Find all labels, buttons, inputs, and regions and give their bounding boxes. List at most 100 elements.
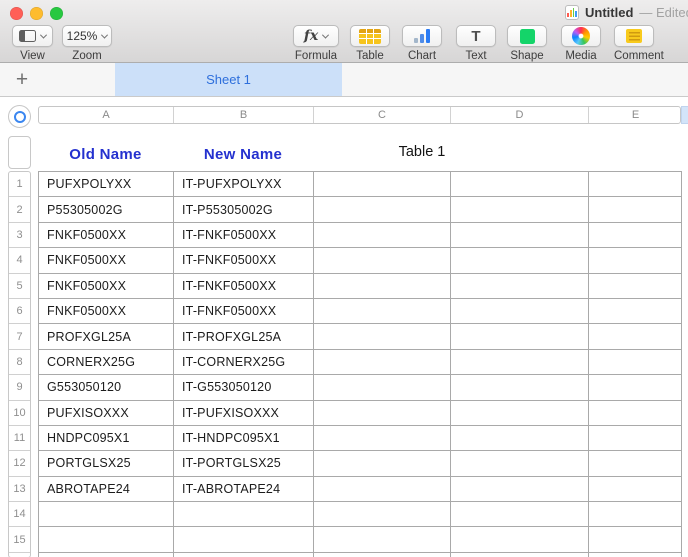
table-cell[interactable]: IT-PUFXISOXXX: [174, 401, 314, 426]
column-header-f-sliver[interactable]: [681, 106, 688, 124]
table-cell[interactable]: [314, 274, 451, 299]
column-header-C[interactable]: C: [314, 107, 451, 123]
table-cell[interactable]: [451, 172, 589, 197]
table-cell[interactable]: [589, 197, 682, 222]
table-cell[interactable]: ABROTAPE24: [39, 477, 174, 502]
table-cell[interactable]: G553050120: [39, 375, 174, 400]
table-cell[interactable]: PUFXISOXXX: [39, 401, 174, 426]
table-cell[interactable]: [314, 477, 451, 502]
table-cell[interactable]: [589, 299, 682, 324]
table-title[interactable]: Table 1: [399, 144, 446, 160]
table-cell[interactable]: PROFXGL25A: [39, 324, 174, 349]
table-cell[interactable]: [314, 451, 451, 476]
column-header-D[interactable]: D: [451, 107, 589, 123]
table-cell[interactable]: [314, 553, 451, 557]
table-cell[interactable]: [589, 451, 682, 476]
table-cell[interactable]: [589, 350, 682, 375]
row-header-1[interactable]: 1: [9, 172, 30, 197]
formula-button[interactable]: fx: [293, 25, 339, 47]
table-cell[interactable]: [589, 527, 682, 552]
table-cell[interactable]: [451, 274, 589, 299]
table-cell[interactable]: [451, 553, 589, 557]
table-cell[interactable]: [451, 375, 589, 400]
table-cell[interactable]: [589, 401, 682, 426]
table-cell[interactable]: [174, 527, 314, 552]
add-sheet-button[interactable]: +: [8, 63, 36, 96]
table-cell[interactable]: IT-ABROTAPE24: [174, 477, 314, 502]
row-header-2[interactable]: 2: [9, 197, 30, 222]
row-header-7[interactable]: 7: [9, 324, 30, 349]
table-cell[interactable]: [314, 197, 451, 222]
table-cell[interactable]: PUFXPOLYXX: [39, 172, 174, 197]
table-cell[interactable]: [314, 248, 451, 273]
header-cell-old-name[interactable]: Old Name: [38, 142, 173, 166]
table-cell[interactable]: [589, 375, 682, 400]
table-cell[interactable]: [451, 477, 589, 502]
row-header-5[interactable]: 5: [9, 274, 30, 299]
table-cell[interactable]: [314, 172, 451, 197]
row-header-4[interactable]: 4: [9, 248, 30, 273]
row-header-10[interactable]: 10: [9, 401, 30, 426]
table-cell[interactable]: [589, 223, 682, 248]
table-select-all-handle[interactable]: [8, 105, 31, 128]
table-cell[interactable]: IT-FNKF0500XX: [174, 248, 314, 273]
table-cell[interactable]: [589, 477, 682, 502]
table-cell[interactable]: FNKF0500XX: [39, 248, 174, 273]
table-cell[interactable]: IT-FNKF0500XX: [174, 299, 314, 324]
table-cell[interactable]: [589, 274, 682, 299]
table-cell[interactable]: [451, 350, 589, 375]
table-cell[interactable]: [314, 375, 451, 400]
table-cell[interactable]: P55305002G: [39, 197, 174, 222]
insert-media-button[interactable]: [561, 25, 601, 47]
table-cell[interactable]: [451, 223, 589, 248]
close-button[interactable]: [10, 7, 23, 20]
row-header-table-header[interactable]: [8, 136, 31, 169]
table-cell[interactable]: IT-HNDPC095X1: [174, 426, 314, 451]
table-cell[interactable]: [451, 197, 589, 222]
table-cell[interactable]: [589, 426, 682, 451]
table-cell[interactable]: [39, 553, 174, 557]
table-cell[interactable]: [451, 248, 589, 273]
table-cell[interactable]: IT-G553050120: [174, 375, 314, 400]
table-cell[interactable]: [589, 248, 682, 273]
table-cell[interactable]: [314, 401, 451, 426]
table-cell[interactable]: [589, 502, 682, 527]
row-header-3[interactable]: 3: [9, 223, 30, 248]
table-cell[interactable]: FNKF0500XX: [39, 274, 174, 299]
row-header-11[interactable]: 11: [9, 426, 30, 451]
row-header-15[interactable]: 15: [9, 527, 30, 552]
table-cell[interactable]: FNKF0500XX: [39, 223, 174, 248]
row-header-12[interactable]: 12: [9, 451, 30, 476]
table-cell[interactable]: [451, 299, 589, 324]
table-cell[interactable]: [314, 350, 451, 375]
table-cell[interactable]: [174, 553, 314, 557]
table-cell[interactable]: [314, 223, 451, 248]
header-cell-new-name[interactable]: New Name: [173, 142, 313, 166]
table-cell[interactable]: IT-FNKF0500XX: [174, 223, 314, 248]
table-cell[interactable]: [314, 502, 451, 527]
insert-chart-button[interactable]: [402, 25, 442, 47]
fullscreen-button[interactable]: [50, 7, 63, 20]
table-cell[interactable]: CORNERX25G: [39, 350, 174, 375]
table-cell[interactable]: IT-FNKF0500XX: [174, 274, 314, 299]
table-cell[interactable]: IT-P55305002G: [174, 197, 314, 222]
table-cell[interactable]: [451, 451, 589, 476]
table-cell[interactable]: [589, 172, 682, 197]
zoom-dropdown[interactable]: 125%: [62, 25, 112, 47]
table-cell[interactable]: [589, 324, 682, 349]
table-cell[interactable]: FNKF0500XX: [39, 299, 174, 324]
row-header-8[interactable]: 8: [9, 350, 30, 375]
table-cell[interactable]: [451, 502, 589, 527]
insert-text-button[interactable]: T: [456, 25, 496, 47]
table-cell[interactable]: IT-PORTGLSX25: [174, 451, 314, 476]
table-cell[interactable]: [451, 401, 589, 426]
row-header-partial[interactable]: [9, 553, 30, 557]
column-header-B[interactable]: B: [174, 107, 314, 123]
table-cell[interactable]: IT-CORNERX25G: [174, 350, 314, 375]
table-cell[interactable]: [314, 324, 451, 349]
table-cell[interactable]: [174, 502, 314, 527]
table-cell[interactable]: [314, 426, 451, 451]
minimize-button[interactable]: [30, 7, 43, 20]
view-button[interactable]: [12, 25, 53, 47]
insert-shape-button[interactable]: [507, 25, 547, 47]
